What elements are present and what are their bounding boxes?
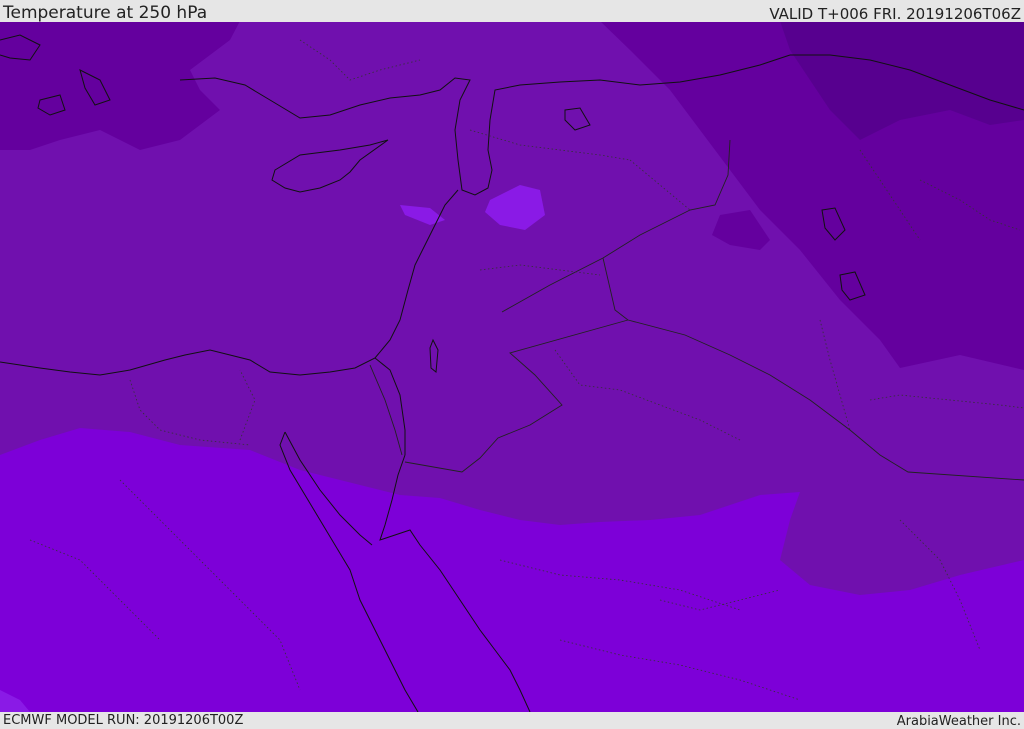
credit-label: ArabiaWeather Inc. [896,714,1021,729]
valid-time-label: VALID T+006 FRI. 20191206T06Z [769,5,1021,23]
weather-map[interactable] [0,21,1024,712]
map-title: Temperature at 250 hPa [3,3,208,23]
model-run-label: ECMWF MODEL RUN: 20191206T00Z [3,713,244,728]
header-bar: Temperature at 250 hPa VALID T+006 FRI. … [0,0,1024,23]
footer-bar: ECMWF MODEL RUN: 20191206T00Z ArabiaWeat… [0,712,1024,729]
